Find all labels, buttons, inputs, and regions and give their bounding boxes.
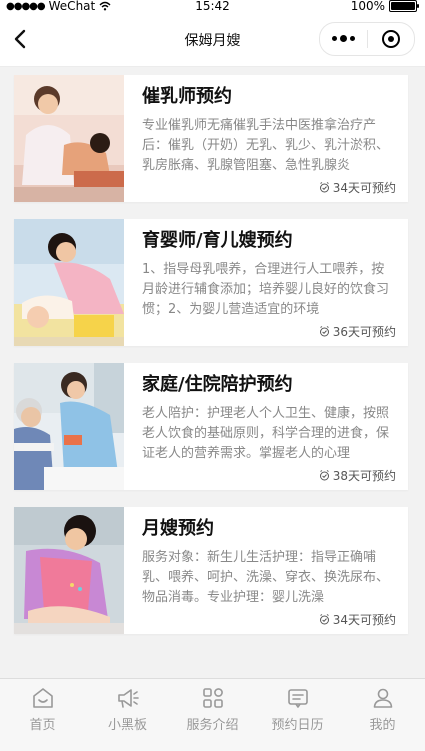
service-card-maternity-nurse[interactable]: 月嫂预约 服务对象：新生儿生活护理：指导正确哺乳、喂养、呵护、洗澡、穿衣、换洗尿… [14, 507, 408, 634]
mini-program-capsule [319, 22, 415, 56]
availability-text: 38天可预约 [332, 469, 396, 483]
card-title: 育婴师/育儿嫂预约 [142, 230, 293, 251]
megaphone-icon [117, 689, 139, 708]
nurse-with-elderly-photo [14, 363, 124, 490]
status-bar: ●●●●● WeChat 15:42 100% [0, 0, 425, 14]
grid-icon [202, 688, 223, 708]
card-body: 育婴师/育儿嫂预约 1、指导母乳喂养，合理进行人工喂养，按月龄进行辅食添加；培养… [124, 219, 408, 346]
availability-badge: 36天可预约 [319, 323, 396, 340]
service-card-infant-care[interactable]: 育婴师/育儿嫂预约 1、指导母乳喂养，合理进行人工喂养，按月龄进行辅食添加；培养… [14, 219, 408, 346]
card-description: 老人陪护：护理老人个人卫生、健康，按照老人饮食的基础原则，科学合理的进食，保证老… [142, 406, 390, 461]
alarm-clock-icon [319, 182, 329, 193]
more-dots-icon [331, 35, 355, 42]
tab-services[interactable]: 服务介绍 [170, 679, 255, 751]
card-description: 服务对象：新生儿生活护理：指导正确哺乳、喂养、呵护、洗澡、穿衣、换洗尿布、物品消… [142, 550, 390, 605]
battery-percent: 100% [350, 0, 385, 13]
home-icon [32, 688, 53, 708]
card-body: 家庭/住院陪护预约 老人陪护：护理老人个人卫生、健康，按照老人饮食的基础原则，科… [124, 363, 408, 490]
target-close-icon [381, 30, 400, 48]
tab-label: 首页 [29, 718, 56, 733]
card-title: 家庭/住院陪护预约 [142, 374, 293, 395]
battery-icon [389, 0, 419, 12]
availability-text: 34天可预约 [332, 181, 396, 195]
card-title: 月嫂预约 [142, 518, 214, 539]
card-description: 1、指导母乳喂养，合理进行人工喂养，按月龄进行辅食添加；培养婴儿良好的饮食习惯；… [142, 262, 390, 317]
card-body: 催乳师预约 专业催乳师无痛催乳手法中医推拿治疗产后：催乳（开奶）无乳、乳少、乳汁… [124, 75, 408, 202]
more-button[interactable] [320, 23, 367, 55]
card-description: 专业催乳师无痛催乳手法中医推拿治疗产后：催乳（开奶）无乳、乳少、乳汁淤积、乳房胀… [142, 118, 390, 173]
tab-calendar[interactable]: 预约日历 [255, 679, 340, 751]
tab-label: 服务介绍 [186, 718, 239, 733]
alarm-clock-icon [319, 470, 329, 481]
service-card-home-hospital-care[interactable]: 家庭/住院陪护预约 老人陪护：护理老人个人卫生、健康，按照老人饮食的基础原则，科… [14, 363, 408, 490]
tab-profile[interactable]: 我的 [340, 679, 425, 751]
status-right: 100% [350, 0, 419, 13]
tab-blackboard[interactable]: 小黑板 [85, 679, 170, 751]
alarm-clock-icon [319, 326, 329, 337]
tab-label: 预约日历 [271, 718, 324, 733]
service-card-lactation[interactable]: 催乳师预约 专业催乳师无痛催乳手法中医推拿治疗产后：催乳（开奶）无乳、乳少、乳汁… [14, 75, 408, 202]
availability-badge: 38天可预约 [319, 467, 396, 484]
availability-text: 36天可预约 [332, 325, 396, 339]
tab-label: 我的 [369, 718, 396, 733]
nurse-with-mother-photo [14, 75, 124, 202]
availability-text: 34天可预约 [332, 613, 396, 627]
tab-home[interactable]: 首页 [0, 679, 85, 751]
card-body: 月嫂预约 服务对象：新生儿生活护理：指导正确哺乳、喂养、呵护、洗澡、穿衣、换洗尿… [124, 507, 408, 634]
bottom-tab-bar: 首页 小黑板 服务介绍 预约日历 我的 [0, 678, 425, 751]
maternity-nurse-with-newborn-photo [14, 507, 124, 634]
card-title: 催乳师预约 [142, 86, 232, 107]
alarm-clock-icon [319, 614, 329, 625]
tab-label: 小黑板 [107, 718, 147, 733]
user-icon [373, 688, 392, 708]
close-button[interactable] [368, 23, 415, 55]
nav-bar: 保姆月嫂 [0, 14, 425, 67]
caregiver-with-baby-photo [14, 219, 124, 346]
availability-badge: 34天可预约 [319, 179, 396, 196]
service-list: 催乳师预约 专业催乳师无痛催乳手法中医推拿治疗产后：催乳（开奶）无乳、乳少、乳汁… [14, 75, 408, 651]
availability-badge: 34天可预约 [319, 611, 396, 628]
calendar-icon [287, 689, 308, 708]
